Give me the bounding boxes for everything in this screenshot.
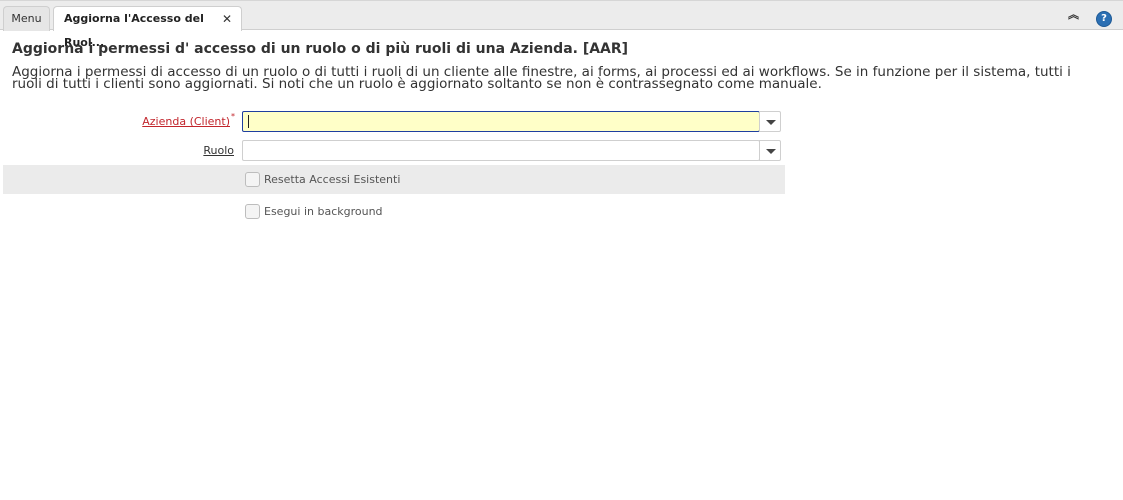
- reset-access-label: Resetta Accessi Esistenti: [264, 173, 401, 186]
- reset-access-checkbox[interactable]: [245, 172, 260, 187]
- role-label[interactable]: Ruolo: [160, 144, 234, 157]
- tab-menu-label: Menu: [11, 12, 42, 25]
- help-icon[interactable]: ?: [1097, 12, 1111, 26]
- close-icon[interactable]: ✕: [222, 7, 232, 31]
- process-description: Aggiorna i permessi di accesso di un ruo…: [12, 64, 1071, 92]
- client-input[interactable]: [242, 111, 760, 132]
- tab-process[interactable]: Aggiorna l'Accesso del Ruol... ✕: [53, 6, 242, 49]
- text-caret: [248, 115, 249, 128]
- required-mark: *: [231, 112, 235, 121]
- background-label: Esegui in background: [264, 205, 383, 218]
- chevron-down-icon: [766, 149, 776, 154]
- tab-bar: Menu Aggiorna l'Accesso del Ruol... ✕ ︽ …: [0, 0, 1123, 49]
- tab-menu[interactable]: Menu: [3, 6, 50, 31]
- role-dropdown-button[interactable]: [759, 140, 781, 161]
- client-label[interactable]: Azienda (Client): [130, 115, 230, 128]
- page-title: Aggiorna i permessi d' accesso di un ruo…: [12, 41, 629, 57]
- client-dropdown-button[interactable]: [759, 111, 781, 132]
- background-checkbox[interactable]: [245, 204, 260, 219]
- collapse-up-icon[interactable]: ︽: [1068, 9, 1079, 20]
- role-input[interactable]: [242, 140, 760, 161]
- chevron-down-icon: [766, 120, 776, 125]
